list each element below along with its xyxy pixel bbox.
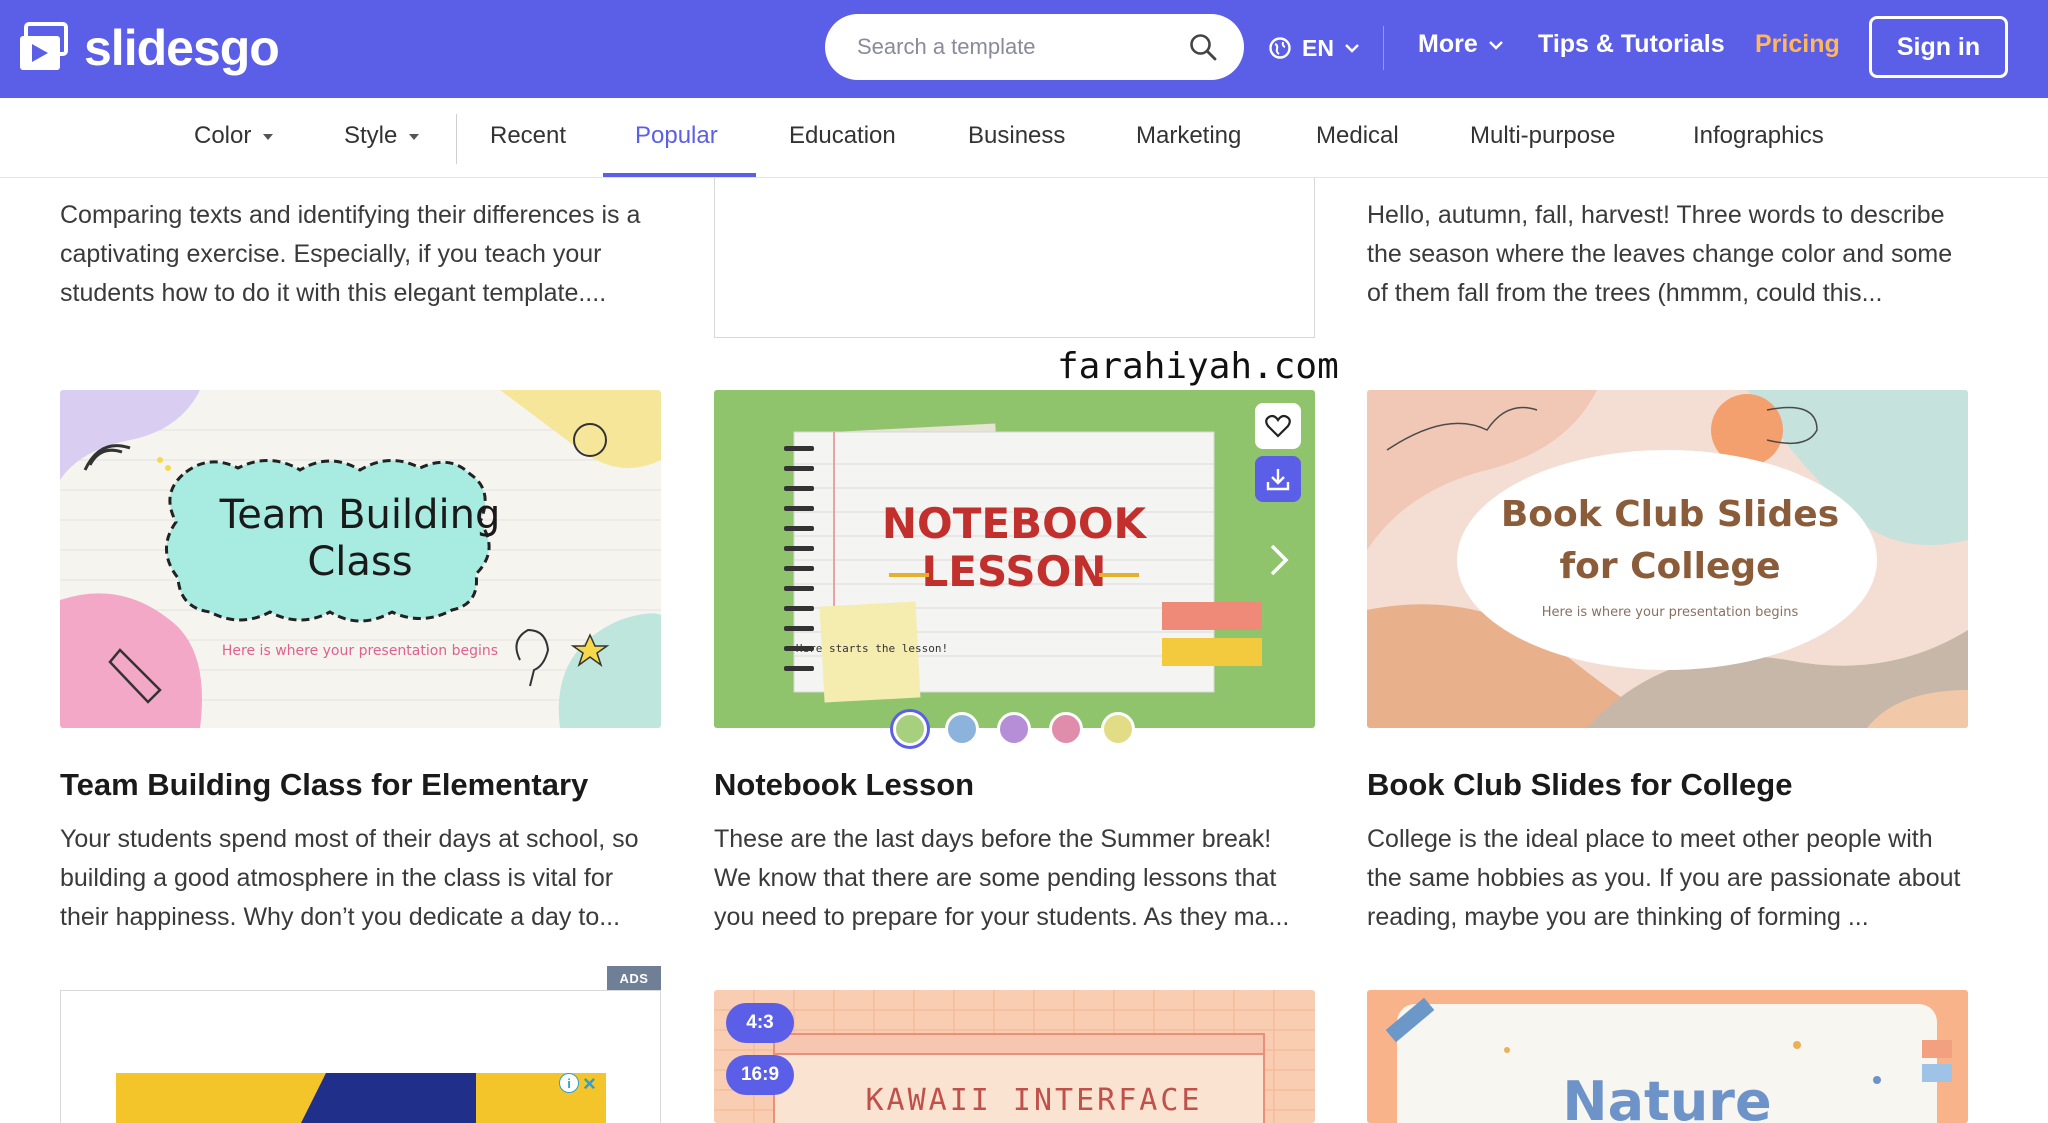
slidesgo-logo-icon [20, 22, 68, 70]
ad-banner-image [116, 1073, 606, 1123]
thumb-title: KAWAII INTERFACE [866, 1083, 1203, 1118]
search-bar[interactable] [825, 14, 1244, 80]
language-label: EN [1302, 34, 1334, 61]
sign-in-button[interactable]: Sign in [1869, 16, 2008, 78]
thumb-note: Here starts the lesson! [796, 642, 948, 655]
template-thumbnail-notebook-lesson[interactable]: NOTEBOOK LESSON Here starts the lesson! [714, 390, 1315, 728]
thumb-title-line2: Class [307, 539, 412, 585]
search-icon[interactable] [1188, 32, 1218, 62]
ad-close-icon[interactable]: × [583, 1071, 596, 1097]
thumb-title-line1: NOTEBOOK [882, 499, 1148, 548]
tab-marketing[interactable]: Marketing [1136, 122, 1241, 150]
tab-education[interactable]: Education [789, 122, 896, 150]
tab-business[interactable]: Business [968, 122, 1065, 150]
thumbnail-art: KAWAII INTERFACE [714, 990, 1315, 1123]
category-bar: Color Style Recent Popular Education Bus… [0, 98, 2048, 178]
thumb-subtitle: Here is where your presentation begins [222, 643, 498, 659]
template-thumbnail-nature[interactable]: Nature [1367, 990, 1968, 1123]
card-description: Comparing texts and identifying their di… [60, 201, 641, 307]
search-input[interactable] [857, 34, 1188, 60]
template-thumbnail-team-building[interactable]: Team Building Class Here is where your p… [60, 390, 661, 728]
template-thumbnail-book-club[interactable]: Book Club Slides for College Here is whe… [1367, 390, 1968, 728]
color-option-green[interactable] [893, 712, 927, 746]
chevron-down-icon [1345, 44, 1359, 53]
color-option-yellow[interactable] [1101, 712, 1135, 746]
thumb-title: Nature [1562, 1070, 1771, 1123]
card-description: Hello, autumn, fall, harvest! Three word… [1367, 201, 1953, 307]
watermark-text: farahiyah.com [1057, 346, 1339, 387]
color-option-blue[interactable] [945, 712, 979, 746]
thumb-title-line2: LESSON [922, 547, 1107, 596]
thumbnail-art: Team Building Class Here is where your p… [60, 390, 661, 728]
active-tab-indicator [603, 173, 756, 177]
slidesgo-logo[interactable]: slidesgo [18, 18, 280, 78]
tab-multi-purpose[interactable]: Multi-purpose [1470, 122, 1615, 150]
card-title[interactable]: Team Building Class for Elementary [60, 767, 588, 803]
download-icon [1266, 469, 1290, 491]
top-navigation-bar: slidesgo EN More Tips & Tutorials Pricin… [0, 0, 2048, 98]
thumb-subtitle: Here is where your presentation begins [1542, 605, 1799, 620]
caret-down-icon [409, 133, 420, 140]
more-menu[interactable]: More [1418, 30, 1504, 59]
card-description: These are the last days before the Summe… [714, 825, 1290, 931]
style-filter-label: Style [344, 122, 398, 149]
ratio-4-3-badge[interactable]: 4:3 [726, 1003, 794, 1043]
ad-info-icon[interactable]: i [559, 1073, 579, 1093]
chevron-right-icon[interactable] [1268, 542, 1290, 578]
thumb-title-line1: Book Club Slides [1501, 494, 1839, 535]
language-selector[interactable]: EN [1268, 30, 1360, 66]
color-option-purple[interactable] [997, 712, 1031, 746]
card-description: Your students spend most of their days a… [60, 825, 639, 931]
ad-frame: i × [60, 990, 661, 1123]
thumbnail-art: Book Club Slides for College Here is whe… [1367, 390, 1968, 728]
color-option-pink[interactable] [1049, 712, 1083, 746]
thumb-title-line2: for College [1559, 546, 1780, 587]
ratio-16-9-badge[interactable]: 16:9 [726, 1055, 794, 1095]
ad-frame [714, 178, 1315, 338]
thumbnail-art: NOTEBOOK LESSON Here starts the lesson! [714, 390, 1315, 728]
card-title[interactable]: Notebook Lesson [714, 767, 974, 803]
thumbnail-art: Nature [1367, 990, 1968, 1123]
pricing-link[interactable]: Pricing [1755, 30, 1840, 59]
card-title[interactable]: Book Club Slides for College [1367, 767, 1792, 803]
download-button[interactable] [1255, 456, 1301, 502]
tips-tutorials-link[interactable]: Tips & Tutorials [1538, 30, 1725, 59]
tab-medical[interactable]: Medical [1316, 122, 1399, 150]
globe-icon [1269, 37, 1291, 59]
thumb-title-line1: Team Building [219, 492, 501, 538]
favorite-button[interactable] [1255, 403, 1301, 449]
color-filter-label: Color [194, 122, 252, 149]
color-filter-dropdown[interactable]: Color [194, 122, 274, 150]
chevron-down-icon [1488, 40, 1503, 50]
heart-icon [1265, 414, 1291, 438]
tab-recent[interactable]: Recent [490, 122, 566, 150]
filter-divider [456, 114, 457, 164]
tab-popular[interactable]: Popular [635, 122, 718, 150]
header-divider [1383, 26, 1384, 70]
template-thumbnail-kawaii-interface[interactable]: KAWAII INTERFACE [714, 990, 1315, 1123]
more-label: More [1418, 30, 1478, 58]
ads-badge: ADS [607, 966, 661, 990]
style-filter-dropdown[interactable]: Style [344, 122, 420, 150]
tab-infographics[interactable]: Infographics [1693, 122, 1824, 150]
card-description: College is the ideal place to meet other… [1367, 825, 1961, 931]
caret-down-icon [263, 133, 274, 140]
logo-text: slidesgo [84, 20, 280, 76]
